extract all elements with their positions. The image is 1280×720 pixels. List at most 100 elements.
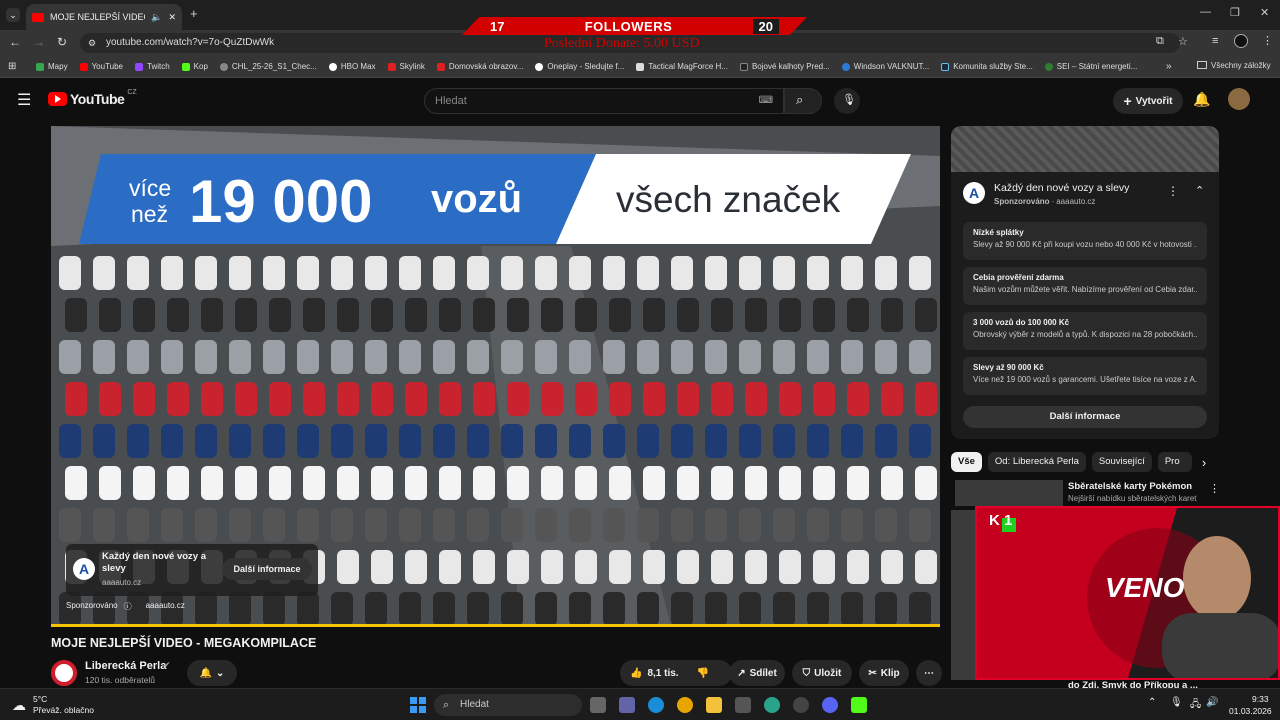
more-bookmarks-icon[interactable]: » [1166,61,1172,72]
browser-tab[interactable]: MOJE NEJLEPŠÍ VIDEO - ME 🔈 ✕ [26,4,182,30]
bookmark-item[interactable]: Skylink [387,62,425,71]
channel-avatar[interactable] [51,660,77,686]
more-vertical-icon[interactable]: ⋮ [1167,184,1179,198]
bookmark-star-icon[interactable]: ☆ [1178,35,1188,48]
dislike-button[interactable]: 👎 [697,668,709,679]
bookmark-item[interactable]: Domovská obrazov... [436,62,523,71]
search-button[interactable]: ⌕ [784,88,822,114]
parked-car [875,592,897,626]
share-button[interactable]: ↗ Sdílet [729,660,785,686]
restore-icon[interactable]: ❐ [1230,6,1240,19]
tray-chevron-icon[interactable]: ⌃ [1148,697,1156,708]
site-info-icon[interactable]: ⚙ [88,33,96,53]
chip-all[interactable]: Vše [951,452,982,472]
tab-close-icon[interactable]: ✕ [168,12,176,23]
sidebar-ad-more-button[interactable]: Další informace [963,406,1207,428]
ad-sitelink[interactable]: 3 000 vozů do 100 000 Kč Obrovský výběr z… [963,312,1207,350]
bookmark-item[interactable]: Windson VALKNUT... [841,62,929,71]
parked-car [915,298,937,332]
more-vertical-icon[interactable]: ⋮ [1209,482,1220,495]
subscribed-button[interactable]: 🔔 ⌄ [187,660,237,686]
mic-tray-icon[interactable]: 🎙 [1170,697,1183,708]
create-button[interactable]: + Vytvořit [1113,88,1183,114]
channel-name[interactable]: Liberecká Perla [85,660,166,672]
bookmark-item[interactable]: HBO Max [328,62,376,71]
kick-icon[interactable] [851,697,867,713]
clip-button[interactable]: ✂ Klip [859,660,909,686]
browser-menu-icon[interactable]: ⋮ [1262,34,1273,47]
parked-car [371,466,393,500]
ad-sitelink[interactable]: Cebia prověření zdarma Našim vozům můžete… [963,267,1207,305]
reload-icon[interactable]: ↻ [57,35,67,49]
voice-search-button[interactable]: 🎙 [834,88,860,114]
keyboard-icon[interactable]: ⌨ [759,89,773,113]
parked-car [711,298,733,332]
save-button[interactable]: ⛉ Uložit [792,660,852,686]
youtube-logo[interactable]: YouTube CZ [48,89,137,107]
back-icon[interactable]: ← [9,35,21,49]
bookmark-item[interactable]: Oneplay - Sledujte f... [535,62,624,71]
parked-car [875,424,897,458]
parked-car [841,508,863,542]
file-explorer-icon[interactable] [706,697,722,713]
account-avatar[interactable] [1228,88,1250,110]
discord-icon[interactable] [822,697,838,713]
ad-sitelink[interactable]: Nízké splátky Slevy až 90 000 Kč při koup… [963,222,1207,260]
bookmark-item[interactable]: Tactical MagForce H... [636,62,728,71]
collapse-icon[interactable]: ⌃ [1195,184,1204,197]
like-button[interactable]: 👍 8,1 tis. [630,668,679,679]
webcam-text: VENO [1105,572,1185,603]
media-icon[interactable]: ≡ [1212,35,1218,47]
chip-from-channel[interactable]: Od: Liberecká Perla [987,452,1086,472]
chevron-right-icon[interactable]: › [1202,455,1206,470]
rec-title: Sběratelské karty Pokémon [1068,481,1193,492]
edge-icon[interactable] [648,697,664,713]
chip-for-you[interactable]: Pro [1157,452,1192,472]
bookmark-item[interactable]: Komunita služby Ste... [941,62,1033,71]
chrome-icon[interactable] [677,697,693,713]
ad-card-button[interactable]: Další informace [222,558,312,580]
tab-search-icon[interactable]: ⌄ [6,8,20,22]
parked-car [813,298,835,332]
taskbar-search[interactable]: ⌕ Hledat [434,694,582,716]
sponsored-domain[interactable]: aaaauto.cz [146,601,185,612]
app-icon[interactable] [764,697,780,713]
store-icon[interactable] [735,697,751,713]
parked-car [167,466,189,500]
task-view-icon[interactable] [590,697,606,713]
tab-audio-icon[interactable]: 🔈 [151,12,162,23]
all-bookmarks-folder[interactable]: Všechny záložky [1197,61,1271,70]
minimize-icon[interactable]: — [1200,6,1211,18]
forward-icon[interactable]: → [33,35,45,49]
new-tab-icon[interactable]: + [190,6,198,21]
parked-car [331,256,353,290]
bookmark-item[interactable]: Mapy [36,62,68,71]
more-actions-button[interactable]: ⋯ [916,660,942,686]
donate-overlay: Poslední Donate: 5.00 USD [544,36,700,51]
search-input[interactable]: Hledat ⌨ [424,88,784,114]
info-icon[interactable]: ⓘ [124,601,132,612]
hamburger-menu-icon[interactable]: ☰ [17,90,31,110]
parked-car [473,382,495,416]
bookmark-item[interactable]: CHL_25-26_S1_Chec... [219,62,317,71]
network-icon[interactable]: 🖧 [1190,697,1201,714]
notifications-bell-icon[interactable]: 🔔 [1193,91,1210,108]
close-window-icon[interactable]: ✕ [1260,6,1269,19]
chip-related[interactable]: Související [1091,452,1152,472]
steam-icon[interactable] [793,697,809,713]
bookmark-item[interactable]: Twitch [135,62,170,71]
player-ad-card[interactable]: A Každý den nové vozy a slevy aaaauto.cz… [66,544,318,596]
profile-icon[interactable] [1234,34,1248,48]
bookmark-item[interactable]: YouTube [79,62,123,71]
teams-icon[interactable] [619,697,635,713]
ad-sitelink[interactable]: Slevy až 90 000 Kč Více než 19 000 vozů s… [963,357,1207,395]
bookmark-item[interactable]: Bojové kalhoty Pred... [739,62,830,71]
bookmark-item[interactable]: SEI – Státní energeti... [1044,62,1137,71]
apps-grid-icon[interactable]: ⊞ [8,61,16,72]
parked-car [541,298,563,332]
install-icon[interactable]: ⧉ [1156,35,1164,48]
volume-icon[interactable]: 🔊 [1206,697,1218,708]
bookmark-item[interactable]: Kop [181,62,208,71]
windows-start-icon[interactable] [410,697,426,713]
ad-progress-bar[interactable] [51,624,940,627]
